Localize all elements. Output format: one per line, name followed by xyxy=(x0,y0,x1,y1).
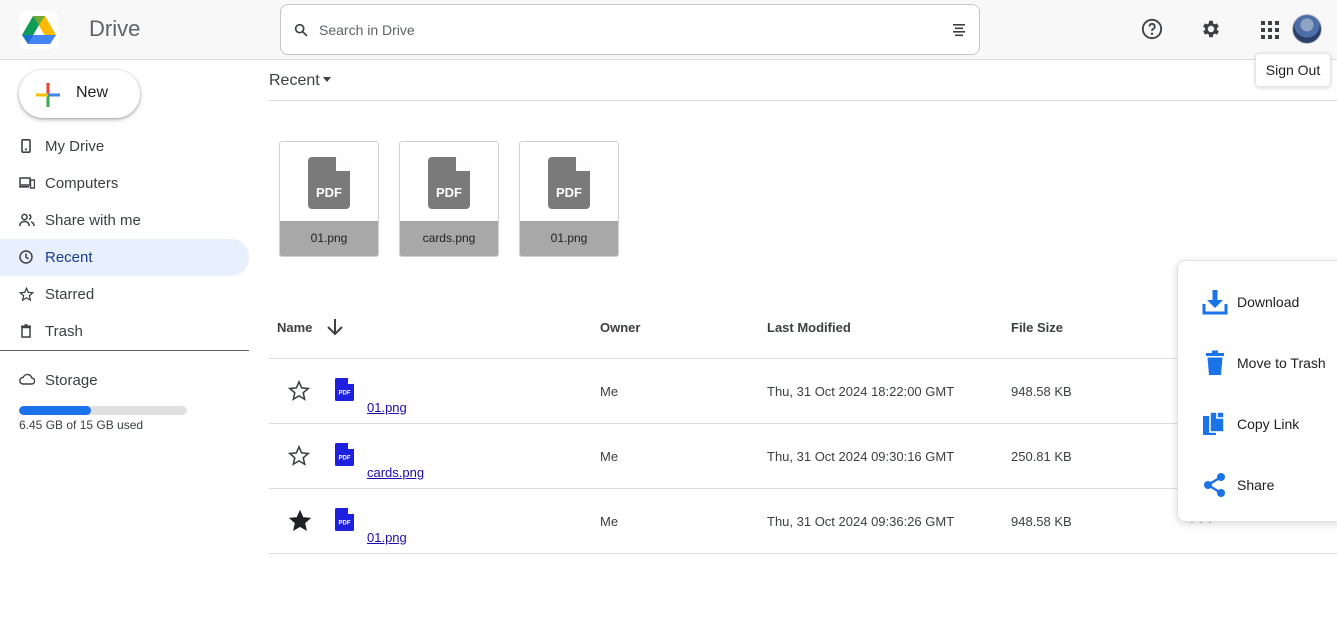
column-header-owner[interactable]: Owner xyxy=(600,320,640,335)
menu-item-download[interactable]: Download xyxy=(1178,281,1337,321)
sidebar-divider xyxy=(0,350,249,351)
help-icon[interactable] xyxy=(1141,18,1163,40)
top-header: Drive xyxy=(0,0,1337,60)
menu-item-label: Move to Trash xyxy=(1237,355,1326,371)
trash-icon xyxy=(21,324,31,338)
sort-arrow-down-icon[interactable] xyxy=(325,317,345,337)
app-name: Drive xyxy=(89,16,141,41)
new-button-label: New xyxy=(76,84,109,101)
section-title: Recent xyxy=(269,72,320,89)
plus-icon xyxy=(36,83,60,107)
section-title-dropdown[interactable]: Recent xyxy=(269,72,331,90)
sidebar-item-storage[interactable]: Storage xyxy=(0,362,249,399)
pdf-file-icon: PDF xyxy=(548,157,590,209)
drive-logo-icon xyxy=(22,16,56,44)
sidebar-item-label: Share with me xyxy=(45,212,141,229)
file-card-name: 01.png xyxy=(520,221,618,256)
star-outline-icon[interactable] xyxy=(288,380,310,402)
menu-item-copy-link[interactable]: Copy Link xyxy=(1178,403,1337,443)
new-button[interactable]: New xyxy=(19,70,140,118)
file-owner: Me xyxy=(600,514,619,529)
phone-icon xyxy=(21,139,31,153)
sidebar-item-computers[interactable]: Computers xyxy=(0,165,249,202)
menu-item-share[interactable]: Share xyxy=(1178,464,1337,504)
pdf-file-icon: PDF xyxy=(428,157,470,209)
storage-bar xyxy=(19,406,187,415)
search-options-icon[interactable] xyxy=(951,22,967,38)
file-modified: Thu, 31 Oct 2024 09:30:16 GMT xyxy=(767,449,955,464)
pdf-file-icon: PDF xyxy=(308,157,350,209)
menu-item-label: Download xyxy=(1237,294,1300,310)
sidebar-item-trash[interactable]: Trash xyxy=(0,313,249,350)
user-avatar[interactable] xyxy=(1292,14,1322,44)
column-header-name[interactable]: Name xyxy=(277,320,312,335)
copy-icon xyxy=(1203,411,1225,435)
menu-item-label: Copy Link xyxy=(1237,416,1300,432)
svg-text:PDF: PDF xyxy=(339,456,351,462)
sidebar-item-label: Trash xyxy=(45,323,83,340)
trash-icon xyxy=(1206,350,1224,375)
cloud-icon xyxy=(19,373,35,385)
download-icon xyxy=(1202,290,1228,315)
menu-item-label: Share xyxy=(1237,477,1275,493)
search-input[interactable] xyxy=(319,19,919,41)
star-outline-icon xyxy=(19,287,34,302)
sidebar-item-my-drive[interactable]: My Drive xyxy=(0,128,249,165)
file-name-link[interactable]: cards.png xyxy=(367,465,424,480)
search-bar[interactable] xyxy=(280,4,980,55)
sidebar-item-label: Recent xyxy=(45,249,93,266)
file-owner: Me xyxy=(600,449,619,464)
sidebar-item-starred[interactable]: Starred xyxy=(0,276,249,313)
pdf-file-icon: PDF xyxy=(335,443,354,466)
pdf-file-icon: PDF xyxy=(335,378,354,401)
file-name-link[interactable]: 01.png xyxy=(367,400,407,415)
apps-grid-icon[interactable] xyxy=(1261,21,1279,39)
menu-item-move-to-trash[interactable]: Move to Trash xyxy=(1178,342,1337,382)
sidebar-item-label: Computers xyxy=(45,175,119,192)
file-card-name: 01.png xyxy=(280,221,378,256)
file-size: 948.58 KB xyxy=(1011,514,1072,529)
file-context-menu: Download Move to Trash Copy Link Share xyxy=(1177,260,1337,522)
file-name-link[interactable]: 01.png xyxy=(367,530,407,545)
svg-text:PDF: PDF xyxy=(436,185,462,200)
svg-text:PDF: PDF xyxy=(339,521,351,527)
column-header-file-size[interactable]: File Size xyxy=(1011,320,1063,335)
file-size: 250.81 KB xyxy=(1011,449,1072,464)
sign-out-button[interactable]: Sign Out xyxy=(1255,53,1331,87)
sidebar-item-share-with-me[interactable]: Share with me xyxy=(0,202,249,239)
clock-icon xyxy=(19,250,33,264)
people-icon xyxy=(19,213,35,227)
recent-file-card[interactable]: PDF cards.png xyxy=(399,141,499,257)
devices-icon xyxy=(19,177,35,189)
sidebar-item-label: My Drive xyxy=(45,138,105,155)
file-size: 948.58 KB xyxy=(1011,384,1072,399)
column-header-last-modified[interactable]: Last Modified xyxy=(767,320,851,335)
settings-gear-icon[interactable] xyxy=(1200,18,1222,40)
row-divider xyxy=(269,553,1337,554)
svg-text:PDF: PDF xyxy=(339,391,351,397)
file-owner: Me xyxy=(600,384,619,399)
star-outline-icon[interactable] xyxy=(288,445,310,467)
recent-file-card[interactable]: PDF 01.png xyxy=(519,141,619,257)
storage-used-text: 6.45 GB of 15 GB used xyxy=(19,418,144,432)
file-modified: Thu, 31 Oct 2024 18:22:00 GMT xyxy=(767,384,955,399)
pdf-file-icon: PDF xyxy=(335,508,354,531)
sidebar-item-recent[interactable]: Recent xyxy=(0,239,249,276)
storage-bar-fill xyxy=(19,406,92,415)
file-modified: Thu, 31 Oct 2024 09:36:26 GMT xyxy=(767,514,955,529)
drive-logo[interactable] xyxy=(19,11,59,49)
sidebar-item-label: Starred xyxy=(45,286,95,303)
share-icon xyxy=(1204,473,1225,497)
svg-text:PDF: PDF xyxy=(316,185,342,200)
sidebar-item-label: Storage xyxy=(45,372,98,389)
section-divider xyxy=(269,100,1337,101)
file-card-name: cards.png xyxy=(400,221,498,256)
svg-text:PDF: PDF xyxy=(556,185,582,200)
recent-file-card[interactable]: PDF 01.png xyxy=(279,141,379,257)
caret-down-icon xyxy=(322,77,331,82)
star-filled-icon[interactable] xyxy=(288,509,312,533)
search-icon[interactable] xyxy=(293,22,309,38)
